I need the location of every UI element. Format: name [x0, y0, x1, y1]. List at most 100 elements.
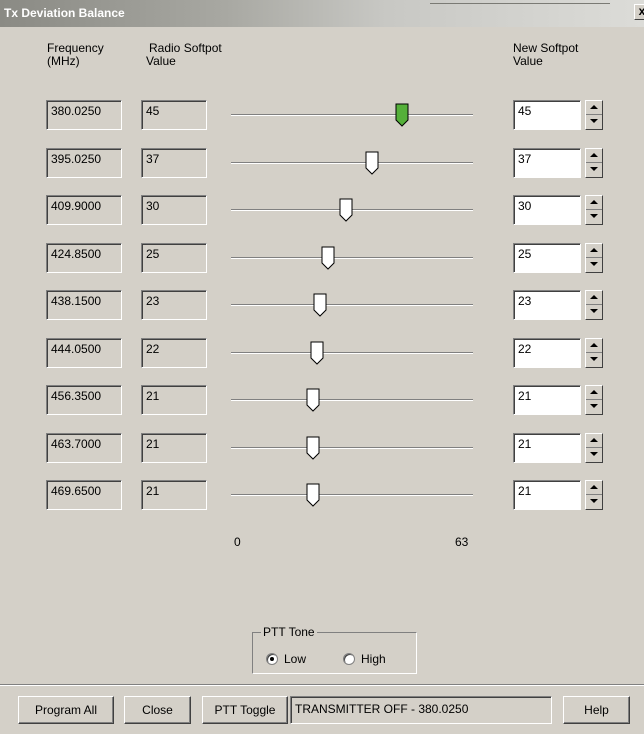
new-softpot-spinner[interactable] [585, 385, 603, 415]
softpot-slider-track[interactable] [231, 114, 473, 116]
arrow-down-icon [590, 357, 598, 361]
new-softpot-spinner[interactable] [585, 148, 603, 178]
ptt-toggle-button[interactable]: PTT Toggle [202, 696, 288, 724]
radio-softpot-field: 21 [141, 433, 207, 463]
softpot-slider-track[interactable] [231, 494, 473, 496]
new-softpot-input[interactable]: 21 [513, 385, 581, 415]
new-softpot-input[interactable]: 21 [513, 480, 581, 510]
spin-up-button[interactable] [586, 101, 602, 115]
radio-softpot-header: Radio Softpot Value [146, 42, 222, 68]
radio-softpot-field: 23 [141, 290, 207, 320]
new-softpot-spinner[interactable] [585, 195, 603, 225]
slider-thumb-shape [313, 293, 327, 317]
frequency-field: 456.3500 [46, 385, 122, 415]
ptt-tone-high-radio[interactable] [343, 653, 355, 665]
spin-up-button[interactable] [586, 196, 602, 210]
slider-thumb-shape [310, 341, 324, 365]
ptt-tone-low-radio[interactable] [266, 653, 278, 665]
frequency-field: 444.0500 [46, 338, 122, 368]
spin-down-button[interactable] [586, 258, 602, 272]
ptt-tone-low-label[interactable]: Low [284, 652, 306, 666]
slider-thumb-shape [306, 436, 320, 460]
new-softpot-spinner[interactable] [585, 338, 603, 368]
arrow-down-icon [590, 404, 598, 408]
softpot-slider-thumb[interactable] [321, 246, 335, 270]
status-field: TRANSMITTER OFF - 380.0250 [290, 696, 552, 724]
spin-down-button[interactable] [586, 448, 602, 462]
softpot-slider-thumb[interactable] [339, 198, 353, 222]
new-softpot-input[interactable]: 21 [513, 433, 581, 463]
new-softpot-spinner[interactable] [585, 480, 603, 510]
frequency-header-line2: (MHz) [47, 54, 80, 68]
softpot-slider-track[interactable] [231, 352, 473, 354]
spin-down-button[interactable] [586, 163, 602, 177]
softpot-slider-track[interactable] [231, 257, 473, 259]
new-softpot-header-line2: Value [513, 54, 543, 68]
softpot-slider-thumb-selected[interactable] [395, 103, 409, 127]
frequency-field: 469.6500 [46, 480, 122, 510]
slider-thumb-shape [306, 483, 320, 507]
spin-down-button[interactable] [586, 353, 602, 367]
spin-up-button[interactable] [586, 339, 602, 353]
arrow-up-icon [590, 343, 598, 347]
slider-thumb-shape [306, 388, 320, 412]
softpot-slider-thumb[interactable] [313, 293, 327, 317]
frequency-field: 380.0250 [46, 100, 122, 130]
softpot-slider-track[interactable] [231, 399, 473, 401]
arrow-down-icon [590, 309, 598, 313]
spin-up-button[interactable] [586, 244, 602, 258]
new-softpot-input[interactable]: 23 [513, 290, 581, 320]
slider-thumb-shape [365, 151, 379, 175]
arrow-up-icon [590, 438, 598, 442]
ptt-tone-group: PTT Tone Low High [252, 625, 417, 674]
spin-up-button[interactable] [586, 386, 602, 400]
softpot-slider-track[interactable] [231, 304, 473, 306]
softpot-slider-thumb[interactable] [365, 151, 379, 175]
frequency-field: 463.7000 [46, 433, 122, 463]
spin-down-button[interactable] [586, 210, 602, 224]
softpot-slider-track[interactable] [231, 447, 473, 449]
spin-up-button[interactable] [586, 149, 602, 163]
new-softpot-spinner[interactable] [585, 433, 603, 463]
radio-softpot-header-line2: Value [146, 54, 176, 68]
softpot-slider-track[interactable] [231, 162, 473, 164]
arrow-up-icon [590, 485, 598, 489]
close-button[interactable]: Close [124, 696, 191, 724]
program-all-button[interactable]: Program All [18, 696, 114, 724]
radio-softpot-field: 30 [141, 195, 207, 225]
new-softpot-spinner[interactable] [585, 100, 603, 130]
spin-down-button[interactable] [586, 305, 602, 319]
spin-down-button[interactable] [586, 400, 602, 414]
ptt-tone-high-label[interactable]: High [361, 652, 386, 666]
spin-up-button[interactable] [586, 434, 602, 448]
softpot-slider-thumb[interactable] [306, 483, 320, 507]
close-icon[interactable]: x [634, 4, 644, 20]
slider-thumb-shape [321, 246, 335, 270]
arrow-up-icon [590, 153, 598, 157]
bottom-separator [0, 684, 644, 686]
radio-softpot-field: 45 [141, 100, 207, 130]
softpot-slider-thumb[interactable] [306, 436, 320, 460]
new-softpot-spinner[interactable] [585, 243, 603, 273]
spin-down-button[interactable] [586, 495, 602, 509]
new-softpot-input[interactable]: 25 [513, 243, 581, 273]
spin-down-button[interactable] [586, 115, 602, 129]
new-softpot-input[interactable]: 45 [513, 100, 581, 130]
spin-up-button[interactable] [586, 291, 602, 305]
new-softpot-input[interactable]: 37 [513, 148, 581, 178]
new-softpot-input[interactable]: 22 [513, 338, 581, 368]
arrow-down-icon [590, 214, 598, 218]
spin-up-button[interactable] [586, 481, 602, 495]
new-softpot-input[interactable]: 30 [513, 195, 581, 225]
frequency-field: 424.8500 [46, 243, 122, 273]
help-button[interactable]: Help [563, 696, 630, 724]
softpot-slider-thumb[interactable] [306, 388, 320, 412]
slider-thumb-shape [395, 103, 409, 127]
arrow-down-icon [590, 119, 598, 123]
radio-selected-dot [270, 657, 274, 661]
new-softpot-spinner[interactable] [585, 290, 603, 320]
frequency-header: Frequency (MHz) [47, 42, 104, 68]
softpot-slider-thumb[interactable] [310, 341, 324, 365]
radio-softpot-field: 37 [141, 148, 207, 178]
slider-thumb-shape [339, 198, 353, 222]
